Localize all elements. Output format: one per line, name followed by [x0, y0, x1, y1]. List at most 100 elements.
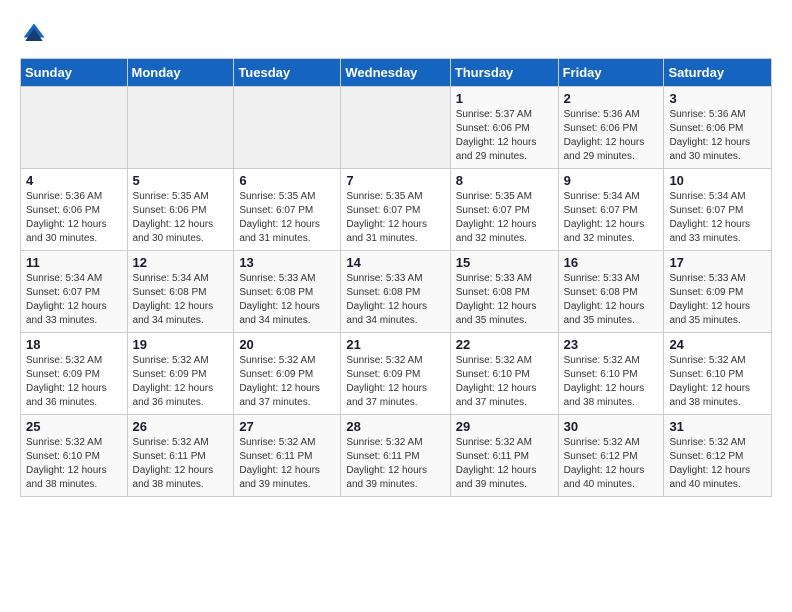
- day-info: Sunrise: 5:32 AM Sunset: 6:11 PM Dayligh…: [239, 436, 335, 492]
- calendar-cell: 18Sunrise: 5:32 AM Sunset: 6:09 PM Dayli…: [21, 333, 128, 415]
- day-info: Sunrise: 5:32 AM Sunset: 6:09 PM Dayligh…: [346, 354, 444, 410]
- day-info: Sunrise: 5:37 AM Sunset: 6:06 PM Dayligh…: [456, 108, 553, 164]
- day-info: Sunrise: 5:32 AM Sunset: 6:10 PM Dayligh…: [564, 354, 659, 410]
- calendar-cell: 8Sunrise: 5:35 AM Sunset: 6:07 PM Daylig…: [450, 169, 558, 251]
- day-number: 29: [456, 419, 553, 434]
- day-number: 6: [239, 173, 335, 188]
- day-number: 18: [26, 337, 122, 352]
- calendar-cell: 9Sunrise: 5:34 AM Sunset: 6:07 PM Daylig…: [558, 169, 664, 251]
- day-number: 11: [26, 255, 122, 270]
- day-info: Sunrise: 5:32 AM Sunset: 6:12 PM Dayligh…: [564, 436, 659, 492]
- day-number: 2: [564, 91, 659, 106]
- day-number: 20: [239, 337, 335, 352]
- calendar-cell: [127, 87, 234, 169]
- day-of-week-header: Wednesday: [341, 59, 450, 87]
- day-info: Sunrise: 5:33 AM Sunset: 6:08 PM Dayligh…: [239, 272, 335, 328]
- day-number: 23: [564, 337, 659, 352]
- day-number: 7: [346, 173, 444, 188]
- day-info: Sunrise: 5:33 AM Sunset: 6:08 PM Dayligh…: [456, 272, 553, 328]
- calendar-cell: 31 Sunrise: 5:32 AM Sunset: 6:12 PM Dayli…: [664, 415, 772, 497]
- calendar-cell: 7 Sunrise: 5:35 AM Sunset: 6:07 PM Daylig…: [341, 169, 450, 251]
- day-info: Sunrise: 5:36 AM Sunset: 6:06 PM Dayligh…: [669, 108, 766, 164]
- page-header: [20, 20, 772, 48]
- day-number: 12: [133, 255, 229, 270]
- day-info: Sunrise: 5:34 AM Sunset: 6:07 PM Dayligh…: [669, 190, 766, 246]
- day-of-week-header: Tuesday: [234, 59, 341, 87]
- day-info: Sunrise: 5:32 AM Sunset: 6:10 PM Dayligh…: [669, 354, 766, 410]
- calendar-cell: 6Sunrise: 5:35 AM Sunset: 6:07 PM Daylig…: [234, 169, 341, 251]
- day-number: 24: [669, 337, 766, 352]
- day-number: 19: [133, 337, 229, 352]
- calendar-cell: 30 Sunrise: 5:32 AM Sunset: 6:12 PM Dayli…: [558, 415, 664, 497]
- day-of-week-header: Monday: [127, 59, 234, 87]
- calendar-table: SundayMondayTuesdayWednesdayThursdayFrid…: [20, 58, 772, 497]
- day-number: 10: [669, 173, 766, 188]
- calendar-cell: 22 Sunrise: 5:32 AM Sunset: 6:10 PM Dayli…: [450, 333, 558, 415]
- calendar-cell: 11 Sunrise: 5:34 AM Sunset: 6:07 PM Dayli…: [21, 251, 128, 333]
- day-of-week-header: Sunday: [21, 59, 128, 87]
- calendar-cell: 29 Sunrise: 5:32 AM Sunset: 6:11 PM Dayli…: [450, 415, 558, 497]
- calendar-cell: 25 Sunrise: 5:32 AM Sunset: 6:10 PM Dayli…: [21, 415, 128, 497]
- calendar-week-row: 1Sunrise: 5:37 AM Sunset: 6:06 PM Daylig…: [21, 87, 772, 169]
- calendar-cell: 21 Sunrise: 5:32 AM Sunset: 6:09 PM Dayli…: [341, 333, 450, 415]
- day-number: 4: [26, 173, 122, 188]
- calendar-cell: 10 Sunrise: 5:34 AM Sunset: 6:07 PM Dayli…: [664, 169, 772, 251]
- calendar-cell: 24 Sunrise: 5:32 AM Sunset: 6:10 PM Dayli…: [664, 333, 772, 415]
- day-of-week-header: Saturday: [664, 59, 772, 87]
- day-number: 26: [133, 419, 229, 434]
- day-number: 25: [26, 419, 122, 434]
- calendar-cell: 4 Sunrise: 5:36 AM Sunset: 6:06 PM Daylig…: [21, 169, 128, 251]
- calendar-week-row: 4 Sunrise: 5:36 AM Sunset: 6:06 PM Daylig…: [21, 169, 772, 251]
- day-info: Sunrise: 5:33 AM Sunset: 6:09 PM Dayligh…: [669, 272, 766, 328]
- day-info: Sunrise: 5:32 AM Sunset: 6:11 PM Dayligh…: [456, 436, 553, 492]
- calendar-cell: 14Sunrise: 5:33 AM Sunset: 6:08 PM Dayli…: [341, 251, 450, 333]
- day-number: 5: [133, 173, 229, 188]
- day-info: Sunrise: 5:36 AM Sunset: 6:06 PM Dayligh…: [564, 108, 659, 164]
- day-info: Sunrise: 5:32 AM Sunset: 6:10 PM Dayligh…: [26, 436, 122, 492]
- calendar-cell: 20 Sunrise: 5:32 AM Sunset: 6:09 PM Dayli…: [234, 333, 341, 415]
- day-info: Sunrise: 5:35 AM Sunset: 6:07 PM Dayligh…: [346, 190, 444, 246]
- day-number: 27: [239, 419, 335, 434]
- day-number: 14: [346, 255, 444, 270]
- calendar-cell: 17 Sunrise: 5:33 AM Sunset: 6:09 PM Dayli…: [664, 251, 772, 333]
- day-info: Sunrise: 5:35 AM Sunset: 6:06 PM Dayligh…: [133, 190, 229, 246]
- header-row: SundayMondayTuesdayWednesdayThursdayFrid…: [21, 59, 772, 87]
- day-of-week-header: Thursday: [450, 59, 558, 87]
- day-number: 13: [239, 255, 335, 270]
- calendar-cell: 16Sunrise: 5:33 AM Sunset: 6:08 PM Dayli…: [558, 251, 664, 333]
- day-number: 30: [564, 419, 659, 434]
- day-number: 31: [669, 419, 766, 434]
- day-info: Sunrise: 5:32 AM Sunset: 6:11 PM Dayligh…: [346, 436, 444, 492]
- day-info: Sunrise: 5:32 AM Sunset: 6:10 PM Dayligh…: [456, 354, 553, 410]
- calendar-cell: 23 Sunrise: 5:32 AM Sunset: 6:10 PM Dayli…: [558, 333, 664, 415]
- day-info: Sunrise: 5:36 AM Sunset: 6:06 PM Dayligh…: [26, 190, 122, 246]
- calendar-cell: 15Sunrise: 5:33 AM Sunset: 6:08 PM Dayli…: [450, 251, 558, 333]
- day-info: Sunrise: 5:34 AM Sunset: 6:08 PM Dayligh…: [133, 272, 229, 328]
- day-info: Sunrise: 5:32 AM Sunset: 6:09 PM Dayligh…: [239, 354, 335, 410]
- calendar-cell: 13 Sunrise: 5:33 AM Sunset: 6:08 PM Dayli…: [234, 251, 341, 333]
- day-number: 22: [456, 337, 553, 352]
- day-info: Sunrise: 5:32 AM Sunset: 6:11 PM Dayligh…: [133, 436, 229, 492]
- day-info: Sunrise: 5:32 AM Sunset: 6:09 PM Dayligh…: [133, 354, 229, 410]
- calendar-cell: [341, 87, 450, 169]
- day-number: 28: [346, 419, 444, 434]
- day-number: 17: [669, 255, 766, 270]
- calendar-cell: [21, 87, 128, 169]
- day-number: 16: [564, 255, 659, 270]
- day-info: Sunrise: 5:34 AM Sunset: 6:07 PM Dayligh…: [26, 272, 122, 328]
- day-number: 3: [669, 91, 766, 106]
- calendar-cell: 27 Sunrise: 5:32 AM Sunset: 6:11 PM Dayli…: [234, 415, 341, 497]
- calendar-cell: 28 Sunrise: 5:32 AM Sunset: 6:11 PM Dayli…: [341, 415, 450, 497]
- day-info: Sunrise: 5:32 AM Sunset: 6:12 PM Dayligh…: [669, 436, 766, 492]
- day-number: 21: [346, 337, 444, 352]
- calendar-cell: 26 Sunrise: 5:32 AM Sunset: 6:11 PM Dayli…: [127, 415, 234, 497]
- calendar-cell: 3 Sunrise: 5:36 AM Sunset: 6:06 PM Daylig…: [664, 87, 772, 169]
- logo: [20, 20, 52, 48]
- calendar-week-row: 18 Sunrise: 5:32 AM Sunset: 6:09 PM Dayli…: [21, 333, 772, 415]
- calendar-week-row: 25 Sunrise: 5:32 AM Sunset: 6:10 PM Dayli…: [21, 415, 772, 497]
- calendar-cell: 19 Sunrise: 5:32 AM Sunset: 6:09 PM Dayli…: [127, 333, 234, 415]
- day-number: 8: [456, 173, 553, 188]
- calendar-cell: 2 Sunrise: 5:36 AM Sunset: 6:06 PM Daylig…: [558, 87, 664, 169]
- day-number: 9: [564, 173, 659, 188]
- day-of-week-header: Friday: [558, 59, 664, 87]
